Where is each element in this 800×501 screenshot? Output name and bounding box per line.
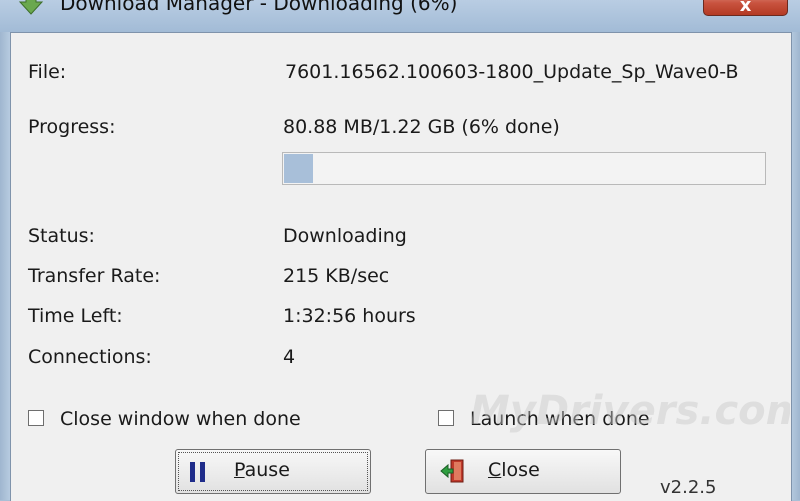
- connections-label: Connections:: [28, 346, 152, 368]
- pause-label-rest: ause: [244, 459, 290, 481]
- version-label: v2.2.5: [660, 477, 717, 498]
- window-title: Download Manager - Downloading (6%): [60, 0, 458, 15]
- progress-bar-fill: [284, 154, 313, 183]
- close-button[interactable]: Close: [425, 449, 621, 494]
- close-button-label: Close: [488, 459, 540, 481]
- close-accelerator: C: [488, 459, 502, 481]
- close-when-done-option[interactable]: Close window when done: [28, 408, 348, 434]
- window-frame-left: [0, 32, 10, 500]
- close-when-done-checkbox[interactable]: [28, 410, 44, 426]
- time-left-value: 1:32:56 hours: [283, 305, 416, 327]
- progress-value: 80.88 MB/1.22 GB (6% done): [283, 116, 560, 138]
- status-label: Status:: [28, 225, 95, 247]
- launch-when-done-label[interactable]: Launch when done: [470, 408, 650, 430]
- time-left-label: Time Left:: [28, 305, 123, 327]
- pause-button[interactable]: Pause: [175, 449, 371, 494]
- status-value: Downloading: [283, 225, 407, 247]
- pause-accelerator: P: [234, 459, 245, 481]
- launch-when-done-checkbox[interactable]: [438, 410, 454, 426]
- progress-bar: [282, 152, 766, 185]
- close-label-rest: lose: [501, 459, 540, 481]
- file-value: 7601.16562.100603-1800_Update_Sp_Wave0-B: [285, 61, 739, 83]
- close-when-done-label[interactable]: Close window when done: [60, 408, 301, 430]
- pause-button-label: Pause: [234, 459, 290, 481]
- pause-icon: [190, 462, 205, 482]
- transfer-rate-label: Transfer Rate:: [28, 265, 161, 287]
- window-close-button[interactable]: x: [703, 0, 788, 16]
- transfer-rate-value: 215 KB/sec: [283, 265, 390, 287]
- launch-when-done-option[interactable]: Launch when done: [438, 408, 698, 434]
- download-arrow-icon: [18, 0, 44, 15]
- exit-door-icon: [440, 459, 464, 483]
- connections-value: 4: [283, 346, 296, 368]
- file-label: File:: [28, 61, 67, 83]
- title-bar: Download Manager - Downloading (6%) x: [0, 0, 800, 32]
- progress-label: Progress:: [28, 116, 116, 138]
